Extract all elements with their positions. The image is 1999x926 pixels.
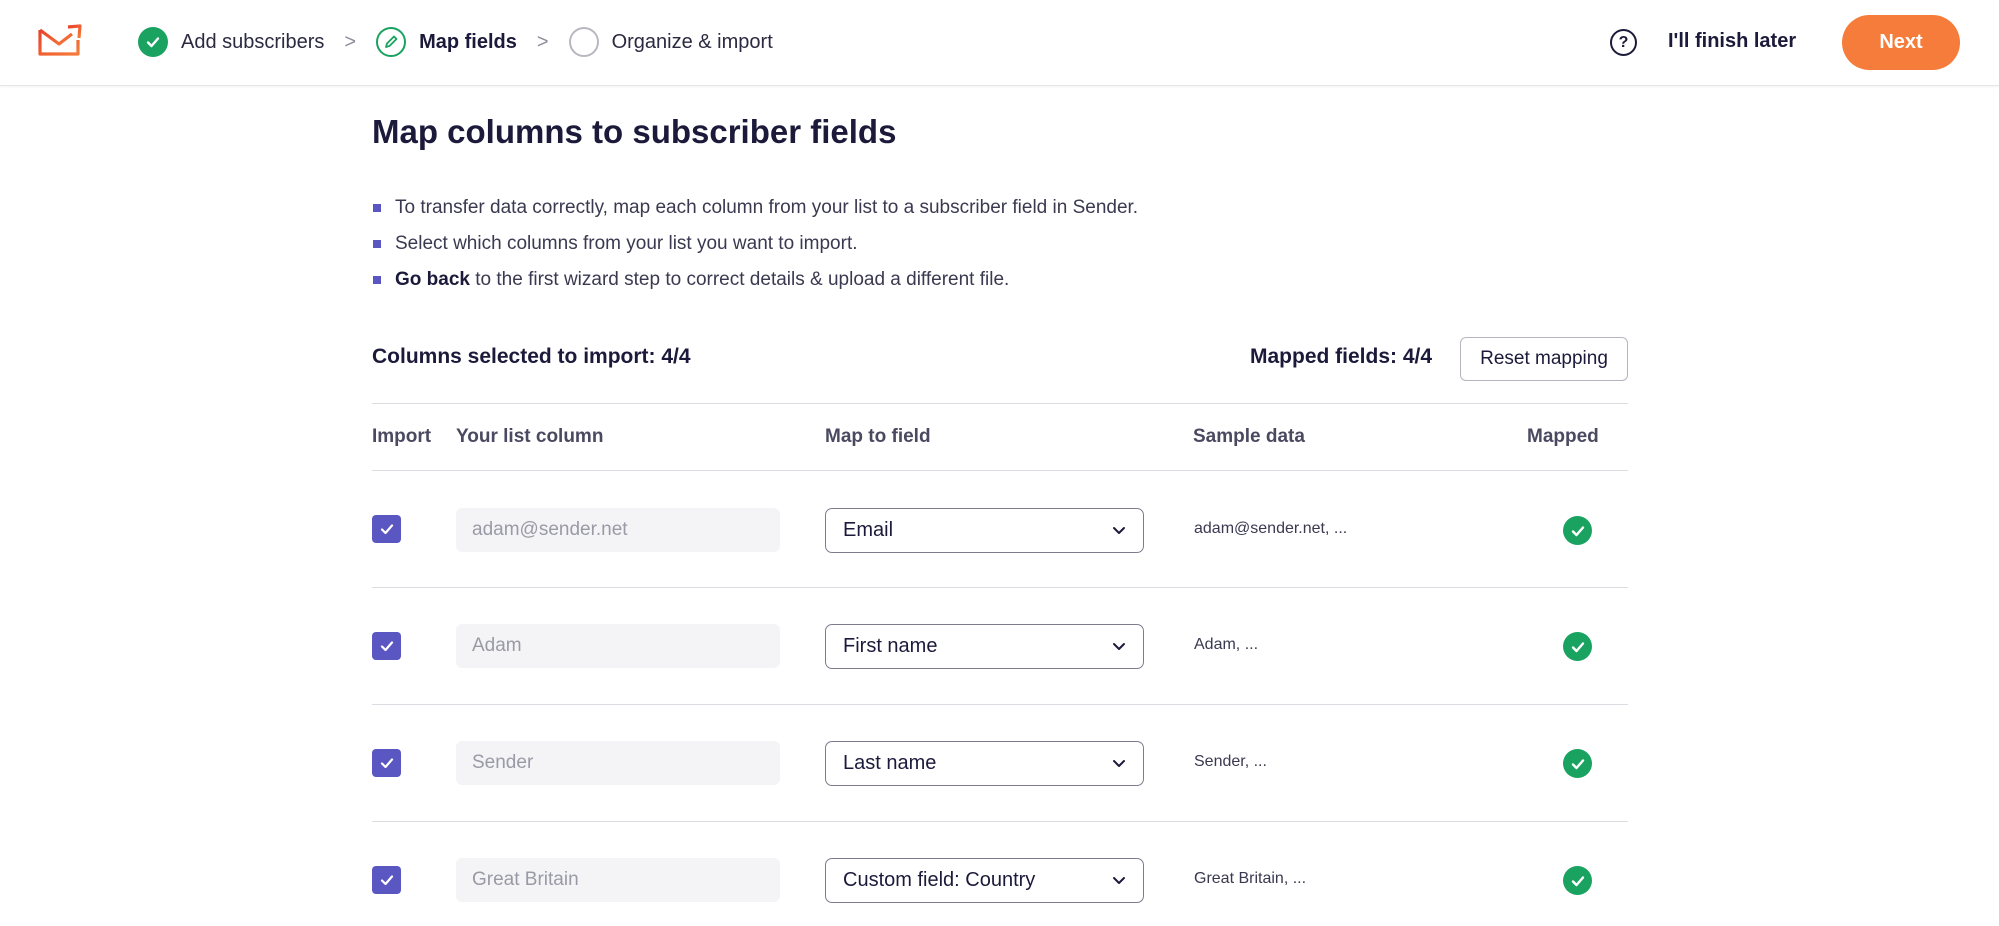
mapped-fields-count: Mapped fields: 4/4 (1250, 345, 1433, 368)
list-column-value: Adam (456, 624, 780, 668)
step-label: Organize & import (611, 30, 773, 53)
step-organize-import[interactable]: Organize & import (568, 27, 773, 57)
mapped-check-icon (1563, 749, 1592, 778)
instructions-list: To transfer data correctly, map each col… (372, 195, 1138, 303)
selected-field: First name (843, 635, 938, 657)
selected-field: Email (843, 519, 894, 541)
sample-data: adam@sender.net, ... (1194, 520, 1348, 537)
selected-field: Last name (843, 752, 937, 774)
top-bar: Add subscribers > Map fields > Organize … (0, 0, 1999, 86)
table-row: Sender Last name Sender, ... (372, 705, 1628, 822)
mapped-check-icon (1563, 866, 1592, 895)
instruction-item: Select which columns from your list you … (372, 231, 1138, 267)
instruction-text: Select which columns from your list you … (395, 233, 858, 254)
list-column-value: adam@sender.net (456, 508, 780, 552)
list-column-value: Great Britain (456, 858, 780, 902)
page-title: Map columns to subscriber fields (372, 113, 897, 150)
sample-data: Adam, ... (1194, 636, 1259, 653)
columns-selected-count: Columns selected to import: 4/4 (372, 345, 691, 368)
next-button[interactable]: Next (1842, 15, 1960, 70)
instruction-text: To transfer data correctly, map each col… (395, 197, 1139, 218)
map-field-select[interactable]: Last name (825, 741, 1144, 786)
step-label: Add subscribers (181, 30, 325, 53)
header-map-to-field: Map to field (825, 426, 931, 447)
bullet-square-icon (373, 240, 381, 248)
mapped-check-icon (1563, 632, 1592, 661)
step-label: Map fields (419, 30, 517, 53)
header-import: Import (372, 426, 432, 447)
instruction-item: Go back to the first wizard step to corr… (372, 267, 1138, 303)
chevron-right-icon: > (344, 30, 357, 53)
instruction-text: to the first wizard step to correct deta… (469, 269, 1010, 290)
import-checkbox[interactable] (372, 749, 401, 777)
chevron-down-icon (1113, 760, 1125, 767)
wizard-steps: Add subscribers > Map fields > Organize … (138, 26, 773, 58)
go-back-link[interactable]: Go back (395, 269, 470, 290)
bullet-square-icon (373, 204, 381, 212)
check-icon (380, 641, 393, 652)
header-mapped: Mapped (1527, 426, 1599, 447)
chevron-down-icon (1113, 877, 1125, 884)
map-field-select[interactable]: Custom field: Country (825, 858, 1144, 903)
import-checkbox[interactable] (372, 632, 401, 660)
map-field-select[interactable]: First name (825, 624, 1144, 669)
help-icon[interactable]: ? (1610, 29, 1637, 56)
selected-field: Custom field: Country (843, 869, 1036, 891)
list-column-value: Sender (456, 741, 780, 785)
import-checkbox[interactable] (372, 866, 401, 894)
step-map-fields[interactable]: Map fields (376, 27, 517, 57)
map-field-select[interactable]: Email (825, 508, 1144, 553)
empty-circle-icon (568, 27, 599, 57)
check-icon (380, 524, 393, 535)
sample-data: Great Britain, ... (1194, 870, 1307, 887)
check-icon (380, 758, 393, 769)
header-list-column: Your list column (456, 426, 604, 447)
check-circle-icon (138, 27, 168, 57)
envelope-logo[interactable] (36, 22, 84, 58)
mapped-check-icon (1563, 516, 1592, 545)
table-row: Great Britain Custom field: Country Grea… (372, 822, 1628, 926)
sample-data: Sender, ... (1194, 753, 1267, 770)
header-sample-data: Sample data (1193, 426, 1305, 447)
divider (372, 403, 1628, 404)
bullet-square-icon (373, 276, 381, 284)
table-row: adam@sender.net Email adam@sender.net, .… (372, 471, 1628, 588)
pencil-icon (376, 27, 407, 57)
import-checkbox[interactable] (372, 515, 401, 543)
reset-mapping-button[interactable]: Reset mapping (1460, 337, 1628, 381)
instruction-item: To transfer data correctly, map each col… (372, 195, 1138, 231)
chevron-down-icon (1113, 527, 1125, 534)
step-add-subscribers[interactable]: Add subscribers (138, 27, 324, 57)
finish-later-link[interactable]: I'll finish later (1668, 30, 1796, 53)
chevron-down-icon (1113, 643, 1125, 650)
check-icon (380, 875, 393, 886)
chevron-right-icon: > (536, 30, 549, 53)
table-row: Adam First name Adam, ... (372, 588, 1628, 705)
